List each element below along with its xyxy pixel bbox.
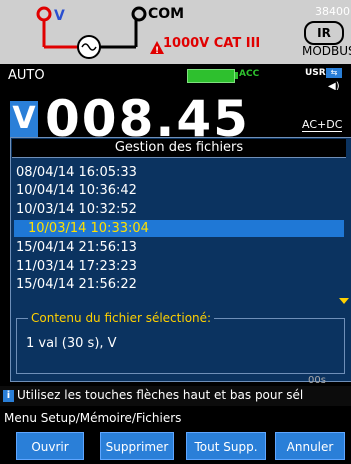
dialog-title: Gestion des fichiers (12, 139, 346, 158)
file-item-selected[interactable]: 10/03/14 10:33:04 (28, 220, 149, 237)
com-terminal-label: COM (148, 6, 185, 22)
range-mode-label: AUTO (8, 68, 45, 83)
file-content-value: 1 val (30 s), V (26, 336, 117, 351)
open-button[interactable]: Ouvrir (16, 432, 84, 460)
battery-terminal (235, 72, 238, 79)
cancel-button[interactable]: Annuler (275, 432, 345, 460)
keyboard-icon: ⇆ (326, 68, 342, 78)
delete-button[interactable]: Supprimer (100, 432, 174, 460)
v-terminal-icon (36, 6, 52, 22)
file-item[interactable]: 08/04/14 16:05:33 (16, 165, 137, 181)
modbus-label: MODBUS (302, 44, 351, 58)
file-content-legend: Contenu du fichier sélectioné: (28, 311, 215, 325)
unit-badge: V (10, 101, 38, 137)
file-item[interactable]: 11/03/14 17:23:23 (16, 259, 137, 275)
scroll-down-icon[interactable] (339, 298, 349, 304)
battery-icon (187, 69, 235, 83)
help-text: Utilisez les touches flèches haut et bas… (17, 388, 304, 402)
com-terminal-icon (131, 6, 147, 22)
header-panel: ! V COM 1000V CAT III 38400 IR MODBUS (0, 0, 351, 64)
file-item[interactable]: 10/03/14 10:32:52 (16, 202, 137, 218)
delete-all-button[interactable]: Tout Supp. (186, 432, 266, 460)
acc-label: ACC (239, 69, 260, 79)
file-item[interactable]: 10/04/14 10:36:42 (16, 183, 137, 199)
v-terminal-label: V (54, 8, 65, 24)
usr-label: USR (305, 68, 326, 78)
svg-text:!: ! (155, 46, 159, 56)
hidden-reading-fragment: 00s (308, 375, 326, 386)
info-icon: i (3, 390, 14, 402)
ir-icon: IR (304, 21, 344, 45)
file-item[interactable]: 15/04/14 21:56:13 (16, 240, 137, 256)
status-bar (0, 64, 351, 86)
category-rating-label: 1000V CAT III (163, 36, 261, 51)
breadcrumb: Menu Setup/Mémoire/Fichiers (4, 411, 182, 425)
file-item[interactable]: 15/04/14 21:56:22 (16, 277, 137, 293)
coupling-label: AC+DC (302, 118, 343, 132)
baud-rate-label: 38400 (315, 5, 350, 18)
